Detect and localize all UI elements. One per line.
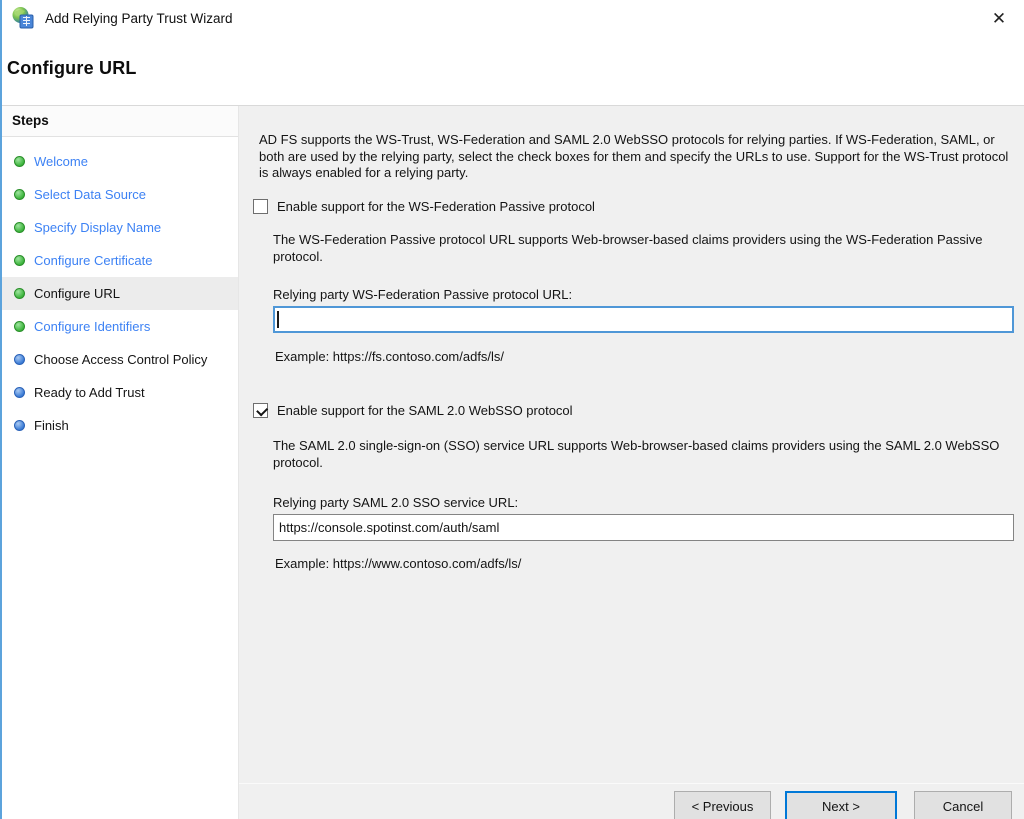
step-status-icon [14, 189, 25, 200]
step-status-icon [14, 255, 25, 266]
step-status-icon [14, 321, 25, 332]
wizard-content: AD FS supports the WS-Trust, WS-Federati… [238, 106, 1024, 819]
step-label: Finish [34, 417, 69, 434]
previous-button[interactable]: < Previous [674, 791, 771, 819]
saml-example-text: Example: https://www.contoso.com/adfs/ls… [275, 556, 521, 571]
wsfed-url-label: Relying party WS-Federation Passive prot… [273, 287, 572, 302]
intro-text: AD FS supports the WS-Trust, WS-Federati… [259, 132, 1015, 182]
text-caret [277, 311, 279, 328]
saml-checkbox[interactable] [253, 403, 268, 418]
sidebar-step-item: Configure Certificate [2, 244, 238, 277]
next-button[interactable]: Next > [785, 791, 897, 819]
saml-url-input[interactable] [273, 514, 1014, 541]
wsfed-checkbox-row: Enable support for the WS-Federation Pas… [253, 199, 595, 215]
cancel-button[interactable]: Cancel [914, 791, 1012, 819]
step-status-icon [14, 222, 25, 233]
step-status-icon [14, 420, 25, 431]
sidebar-step-item: Ready to Add Trust [2, 376, 238, 409]
saml-checkbox-label[interactable]: Enable support for the SAML 2.0 WebSSO p… [277, 403, 573, 419]
step-status-icon [14, 288, 25, 299]
step-status-icon [14, 156, 25, 167]
steps-heading: Steps [2, 106, 238, 137]
step-label: Ready to Add Trust [34, 384, 145, 401]
window-title: Add Relying Party Trust Wizard [45, 11, 233, 26]
step-label: Choose Access Control Policy [34, 351, 207, 368]
title-bar: Add Relying Party Trust Wizard ✕ [2, 0, 1024, 36]
step-label: Specify Display Name [34, 219, 161, 236]
step-label: Configure URL [34, 285, 120, 302]
adfs-app-icon [11, 6, 35, 30]
step-label: Configure Certificate [34, 252, 153, 269]
wsfed-checkbox-label[interactable]: Enable support for the WS-Federation Pas… [277, 199, 595, 215]
saml-description: The SAML 2.0 single-sign-on (SSO) servic… [273, 438, 1015, 471]
wsfed-example-text: Example: https://fs.contoso.com/adfs/ls/ [275, 349, 504, 364]
wsfed-checkbox[interactable] [253, 199, 268, 214]
sidebar-step-item: Configure Identifiers [2, 310, 238, 343]
sidebar-step-item: Choose Access Control Policy [2, 343, 238, 376]
sidebar-step-item: Welcome [2, 145, 238, 178]
step-status-icon [14, 354, 25, 365]
step-label: Select Data Source [34, 186, 146, 203]
window-border [0, 0, 2, 819]
step-status-icon [14, 387, 25, 398]
steps-list: Welcome Select Data Source Specify Displ… [2, 137, 238, 442]
step-label: Welcome [34, 153, 88, 170]
sidebar-step-item: Select Data Source [2, 178, 238, 211]
saml-checkbox-row: Enable support for the SAML 2.0 WebSSO p… [253, 403, 573, 419]
footer-divider [239, 783, 1024, 784]
page-title: Configure URL [7, 58, 137, 79]
close-icon[interactable]: ✕ [986, 6, 1012, 32]
wizard-body: Steps Welcome Select Data Source Specify… [2, 105, 1024, 819]
step-label: Configure Identifiers [34, 318, 150, 335]
sidebar-step-item: Finish [2, 409, 238, 442]
sidebar-step-item: Configure URL [2, 277, 238, 310]
wsfed-url-input[interactable] [273, 306, 1014, 333]
wsfed-description: The WS-Federation Passive protocol URL s… [273, 232, 1015, 265]
steps-sidebar: Steps Welcome Select Data Source Specify… [2, 106, 238, 819]
saml-url-label: Relying party SAML 2.0 SSO service URL: [273, 495, 518, 510]
sidebar-step-item: Specify Display Name [2, 211, 238, 244]
